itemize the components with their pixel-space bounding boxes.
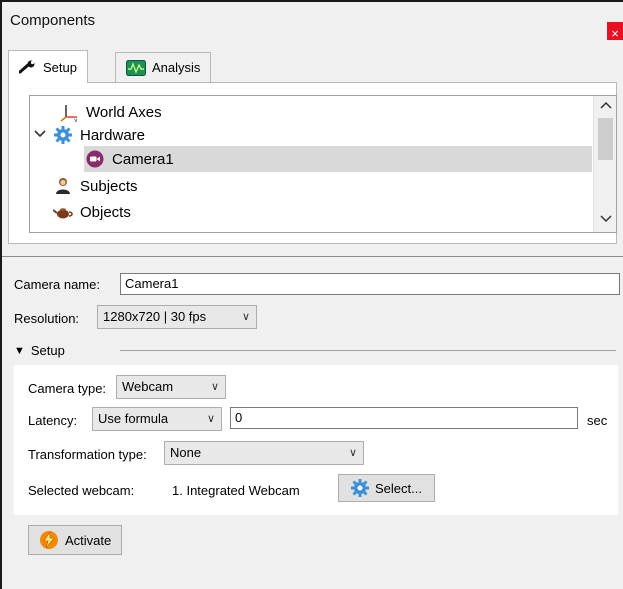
setup-group-label: Setup [30,343,65,358]
gear-icon [52,126,74,144]
camera-type-dropdown[interactable]: Webcam ∨ [116,375,226,399]
transformation-value: None [170,445,202,460]
tree-item-hardware[interactable]: Hardware [52,122,592,148]
chevron-down-icon: ∨ [241,311,250,323]
chevron-down-icon: ∨ [210,381,219,393]
tab-setup[interactable]: Setup [8,50,88,83]
tab-analysis[interactable]: Analysis [115,52,212,82]
chevron-down-icon: ∨ [348,447,357,459]
latency-label: Latency: [28,413,78,428]
latency-input[interactable]: 0 [230,407,578,429]
latency-mode-dropdown[interactable]: Use formula ∨ [92,407,222,431]
tree-item-label: Hardware [80,126,146,144]
chevron-down-icon[interactable] [34,128,46,142]
axes-icon: y [58,102,80,122]
selected-webcam-label: Selected webcam: [28,483,135,498]
tab-analysis-label: Analysis [152,60,201,75]
window-title: Components [10,12,96,29]
resolution-label: Resolution: [14,311,80,326]
tree-scrollbar[interactable] [593,96,616,232]
group-divider [120,350,616,351]
title-bar: Components × [2,2,623,46]
activate-button[interactable]: Activate [28,525,123,555]
select-webcam-button[interactable]: Select... [338,474,435,502]
triangle-down-icon: ▼ [14,344,25,357]
camera-type-label: Camera type: [28,381,107,396]
setup-group-toggle[interactable]: ▼ Setup [14,343,65,358]
scroll-up-icon[interactable] [594,98,616,116]
wrench-icon [19,60,37,74]
tree-item-label: Objects [80,203,131,221]
tree-item-camera1[interactable]: Camera1 [84,146,592,172]
tree-item-label: Camera1 [112,150,174,168]
select-button-label: Select... [375,480,422,496]
setup-tab-content: y World Axes Hardware Camera1 Subjects O… [8,82,617,244]
person-icon [52,177,74,195]
camera-type-value: Webcam [122,379,174,394]
chevron-down-icon: ∨ [206,413,215,425]
tree-item-label: Subjects [80,177,138,195]
scroll-thumb[interactable] [598,118,613,160]
teapot-icon [52,203,74,221]
camera-name-label: Camera name: [14,277,100,292]
transformation-label: Transformation type: [28,447,147,462]
resolution-dropdown[interactable]: 1280x720 | 30 fps ∨ [97,305,257,329]
tab-setup-label: Setup [43,59,77,75]
properties-panel: Camera name: Camera1 Resolution: 1280x72… [2,256,623,589]
activate-button-label: Activate [65,532,112,548]
transformation-dropdown[interactable]: None ∨ [164,441,364,465]
scroll-down-icon[interactable] [594,210,616,228]
components-tree[interactable]: y World Axes Hardware Camera1 Subjects O… [29,95,617,233]
latency-mode-value: Use formula [98,411,169,426]
tree-item-subjects[interactable]: Subjects [52,173,592,199]
camera-name-input[interactable]: Camera1 [120,273,620,295]
selected-webcam-value: 1. Integrated Webcam [172,483,300,498]
gear-icon [351,479,369,497]
components-panel: Setup Analysis y World Axes Hardware Cam… [2,40,623,252]
latency-unit: sec [587,413,608,428]
waveform-icon [126,59,146,76]
lightning-icon [39,530,59,550]
resolution-value: 1280x720 | 30 fps [103,309,207,324]
setup-group: Camera type: Webcam ∨ Latency: Use formu… [14,365,618,515]
tree-item-objects[interactable]: Objects [52,199,592,225]
camera-icon [84,150,106,168]
tree-item-label: World Axes [86,103,162,121]
